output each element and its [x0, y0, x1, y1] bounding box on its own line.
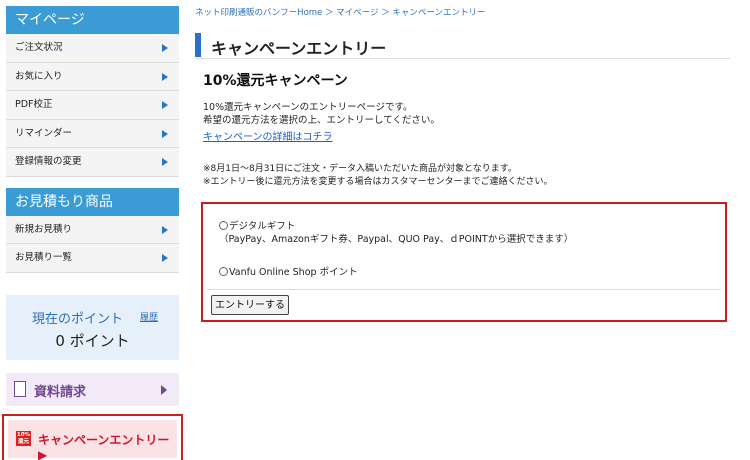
option-shop-points[interactable]: Vanfu Online Shop ポイント — [219, 264, 358, 278]
page-title-bar: キャンペーンエントリー — [195, 33, 730, 59]
sidebar-item-label: PDF校正 — [15, 99, 53, 110]
sidebar-item-new-quote[interactable]: 新規お見積り — [6, 215, 179, 244]
points-history-link[interactable]: 履歴 — [140, 310, 158, 323]
entry-form: デジタルギフト （PayPay、Amazonギフト券、Paypal、QUO Pa… — [201, 202, 727, 322]
points-box: 現在のポイント 履歴 0 ポイント — [6, 294, 179, 360]
sidebar: マイページ ご注文状況 お気に入り PDF校正 リマインダー 登録情報の変更 お… — [2, 6, 183, 460]
intro-line: 希望の還元方法を選択の上、エントリーしてください。 — [203, 115, 440, 126]
mypage-header: マイページ — [6, 6, 179, 34]
sidebar-item-label: お見積り一覧 — [15, 252, 73, 263]
chevron-right-icon — [161, 384, 167, 395]
sidebar-item-label: リマインダー — [15, 127, 73, 139]
chevron-right-icon — [162, 225, 168, 234]
sidebar-item-order-status[interactable]: ご注文状況 — [6, 34, 179, 63]
option-label: Vanfu Online Shop ポイント — [229, 267, 358, 278]
breadcrumb[interactable]: ネット印刷通販のバンフーHome ＞ マイページ ＞ キャンペーンエントリー — [195, 6, 486, 18]
note-line: ※8月1日～8月31日にご注文・データ入稿いただいた商品が対象となります。 — [203, 164, 517, 174]
chevron-right-icon — [162, 129, 168, 138]
chevron-right-icon — [162, 101, 168, 109]
radio-shop-points[interactable] — [219, 267, 228, 276]
campaign-detail-link[interactable]: キャンペーンの詳細はコチラ — [203, 128, 333, 143]
sidebar-item-favorites[interactable]: お気に入り — [6, 62, 179, 91]
quote-header: お見積もり商品 — [6, 187, 179, 216]
form-divider — [207, 289, 721, 290]
campaign-intro: 10%還元キャンペーンのエントリーページです。 希望の還元方法を選択の上、エント… — [203, 101, 440, 127]
doc-request-label: 資料請求 — [34, 384, 87, 400]
document-icon — [14, 380, 26, 397]
sidebar-item-label: お気に入り — [15, 70, 63, 82]
intro-line: 10%還元キャンペーンのエントリーページです。 — [203, 102, 413, 113]
sidebar-item-reminder[interactable]: リマインダー — [6, 119, 179, 148]
campaign-highlight-frame: 10% 還元 キャンペーンエントリー▶ — [2, 413, 183, 460]
campaign-entry-label: キャンペーンエントリー▶ — [38, 432, 170, 460]
option-label: デジタルギフト — [229, 221, 296, 232]
option-digital-gift[interactable]: デジタルギフト （PayPay、Amazonギフト券、Paypal、QUO Pa… — [219, 220, 573, 246]
title-accent-bar — [195, 33, 201, 57]
sidebar-item-pdf-proof[interactable]: PDF校正 — [6, 91, 179, 120]
sidebar-item-label: 新規お見積り — [15, 223, 73, 235]
option-detail: （PayPay、Amazonギフト券、Paypal、QUO Pay、ｄPOINT… — [219, 234, 574, 245]
campaign-entry-button[interactable]: 10% 還元 キャンペーンエントリー▶ — [8, 419, 177, 460]
chevron-right-icon — [162, 72, 168, 81]
campaign-title: 10%還元キャンペーン — [203, 73, 348, 89]
sidebar-item-label: 登録情報の変更 — [15, 156, 82, 167]
sidebar-item-quote-list[interactable]: お見積り一覧 — [6, 244, 179, 273]
doc-request-button[interactable]: 資料請求 — [6, 372, 179, 406]
chevron-right-icon — [162, 254, 168, 262]
note-line: ※エントリー後に還元方法を変更する場合はカスタマーセンターまでご連絡ください。 — [203, 177, 553, 187]
percent-badge-icon: 10% 還元 — [16, 430, 31, 446]
sidebar-item-label: ご注文状況 — [15, 42, 63, 53]
page-title: キャンペーンエントリー — [211, 39, 387, 58]
campaign-notes: ※8月1日～8月31日にご注文・データ入稿いただいた商品が対象となります。 ※エ… — [203, 163, 553, 189]
points-title: 現在のポイント — [32, 311, 124, 327]
entry-submit-button[interactable]: エントリーする — [211, 295, 289, 315]
chevron-right-icon — [162, 158, 168, 166]
points-value: 0 ポイント — [55, 331, 130, 350]
sidebar-item-account-settings[interactable]: 登録情報の変更 — [6, 148, 179, 177]
radio-digital-gift[interactable] — [219, 221, 228, 230]
chevron-right-icon — [162, 44, 168, 52]
